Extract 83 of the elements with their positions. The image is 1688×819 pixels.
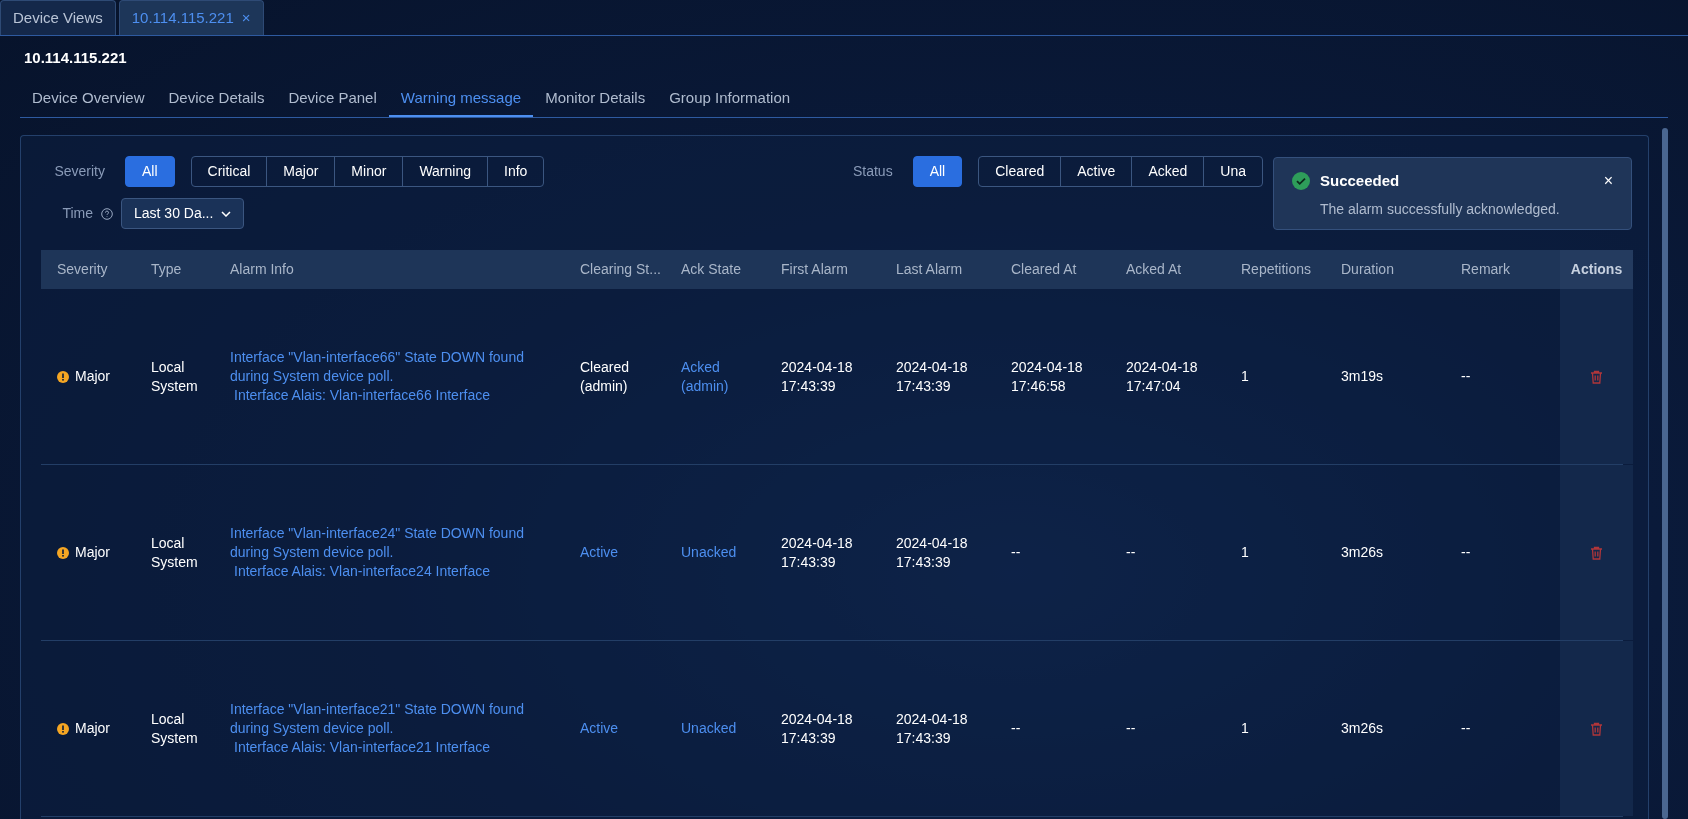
column-header: Alarm Info [230, 260, 294, 279]
status-link[interactable]: Active [580, 543, 619, 562]
trash-icon[interactable] [1590, 721, 1603, 736]
column-header: Remark [1461, 260, 1510, 279]
filter-option[interactable]: Major [266, 156, 336, 187]
time-dropdown[interactable]: Last 30 Da... [121, 198, 245, 229]
table-cell-text: 2024-04-18 17:46:58 [1011, 357, 1084, 396]
table-cell: 3m26s [1341, 543, 1384, 562]
table-cell-text: Local System [151, 533, 199, 572]
column-header: Clearing St... [580, 260, 661, 279]
filter-label: Time [61, 204, 93, 223]
detail-tab[interactable]: Device Overview [20, 86, 157, 117]
status-link[interactable]: Acked (admin) [681, 357, 757, 396]
toast-message: The alarm successfully acknowledged. [1319, 199, 1561, 219]
column-header: Cleared At [1011, 260, 1077, 279]
close-button[interactable]: × [1603, 173, 1613, 190]
table-cell-text: 2024-04-18 17:43:39 [781, 709, 854, 748]
page-tab[interactable]: 10.114.115.221 × [118, 0, 264, 35]
severity-text: Major [75, 367, 110, 386]
table-cell-text: 2024-04-18 17:43:39 [896, 709, 969, 748]
table-cell: -- [1126, 543, 1136, 562]
filter-label: Status [851, 162, 893, 181]
status-link[interactable]: Active [580, 719, 619, 738]
table-cell-text: Cleared (admin) [580, 357, 631, 396]
help-icon [101, 207, 113, 220]
detail-tab[interactable]: Group Information [657, 86, 803, 117]
filter-option[interactable]: Minor [334, 156, 404, 187]
filter-option[interactable]: Info [487, 156, 545, 187]
table-cell-text: 2024-04-18 17:43:39 [896, 357, 969, 396]
check-circle-icon [1292, 172, 1310, 191]
filter-option[interactable]: All [912, 156, 963, 187]
filter-option[interactable]: Cleared [978, 156, 1062, 187]
page-tab[interactable]: Device Views [0, 0, 116, 35]
chevron-down-icon [221, 210, 232, 217]
table-cell: -- [1126, 719, 1136, 738]
filter-option[interactable]: All [125, 156, 175, 187]
filter-label: Severity [53, 162, 105, 181]
table-cell-text: 2024-04-18 17:43:39 [896, 533, 969, 572]
table-cell: -- [1011, 719, 1021, 738]
column-header: First Alarm [781, 260, 848, 279]
severity-text: Major [75, 543, 110, 562]
column-header: Acked At [1126, 260, 1182, 279]
detail-tab[interactable]: Device Panel [276, 86, 389, 117]
table-cell-text: 2024-04-18 17:43:39 [781, 533, 854, 572]
column-header: Repetitions [1241, 260, 1312, 279]
close-icon[interactable]: × [241, 6, 251, 30]
table-cell: 3m19s [1341, 367, 1384, 386]
column-header: Severity [57, 260, 108, 279]
table-cell-text: 2024-04-18 17:43:39 [781, 357, 854, 396]
table-cell-text: Local System [151, 357, 199, 396]
detail-tab[interactable]: Monitor Details [533, 86, 658, 117]
alarm-info-link[interactable]: Interface "Vlan-interface66" State DOWN found during System device poll. Interface Alais: Vlan-interface66 Interface [230, 348, 556, 405]
alarm-info-link[interactable]: Interface "Vlan-interface24" State DOWN found during System device poll. Interface Alais: Vlan-interface24 Interface [230, 524, 556, 581]
filter-option[interactable]: Critical [190, 156, 268, 187]
alarm-info-link[interactable]: Interface "Vlan-interface21" State DOWN found during System device poll. Interface Alais: Vlan-interface21 Interface [230, 700, 556, 757]
column-header: Actions [1570, 260, 1623, 279]
table-cell: -- [1461, 367, 1471, 386]
filter-option[interactable]: Acked [1131, 156, 1205, 187]
status-link[interactable]: Unacked [681, 719, 737, 738]
table-cell: 1 [1241, 719, 1249, 738]
filter-option[interactable]: Warning [402, 156, 488, 187]
trash-icon[interactable] [1590, 545, 1603, 560]
table-cell-text: Local System [151, 709, 199, 748]
table-cell: 1 [1241, 367, 1249, 386]
status-link[interactable]: Unacked [681, 543, 737, 562]
table-cell-text: 2024-04-18 17:47:04 [1126, 357, 1199, 396]
column-header: Ack State [681, 260, 741, 279]
table-cell: -- [1011, 543, 1021, 562]
trash-icon[interactable] [1590, 369, 1603, 384]
severity-text: Major [75, 719, 110, 738]
filter-option[interactable]: Active [1060, 156, 1133, 187]
column-header: Type [151, 260, 182, 279]
detail-tab[interactable]: Device Details [156, 86, 277, 117]
table-cell: 1 [1241, 543, 1249, 562]
table-cell: 3m26s [1341, 719, 1384, 738]
filter-option[interactable]: Una [1203, 156, 1263, 187]
table-cell: -- [1461, 543, 1471, 562]
device-title: 10.114.115.221 [24, 48, 127, 68]
detail-tab[interactable]: Warning message [388, 86, 534, 117]
toast-title: Succeeded [1320, 171, 1400, 191]
table-cell: -- [1461, 719, 1471, 738]
column-header: Last Alarm [896, 260, 963, 279]
column-header: Duration [1341, 260, 1394, 279]
